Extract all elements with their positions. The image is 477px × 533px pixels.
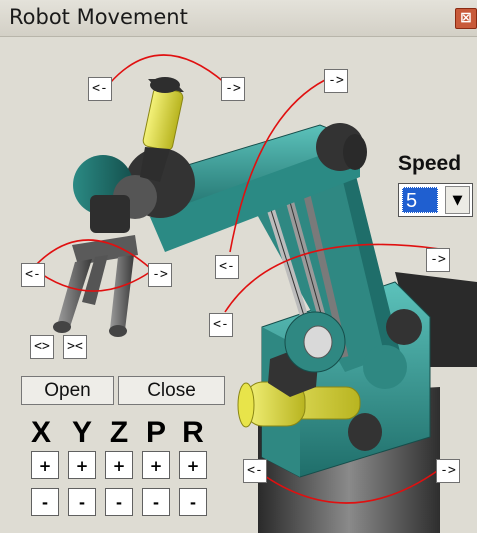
rotate-gripper-right-button[interactable]: -> [148,263,172,287]
axis-label-z: Z [109,416,129,449]
y-plus-button[interactable]: + [68,451,96,479]
axis-label-p: P [145,416,166,449]
z-plus-button[interactable]: + [105,451,133,479]
gripper-widen-button[interactable]: <> [30,335,54,359]
rotate-gripper-left-button[interactable]: <- [21,263,45,287]
rotate-tool-right-button[interactable]: -> [221,77,245,101]
x-minus-button[interactable]: - [31,488,59,516]
rotate-shoulder-right-button[interactable]: -> [426,248,450,272]
x-plus-button[interactable]: + [31,451,59,479]
z-minus-button[interactable]: - [105,488,133,516]
rotate-shoulder-left-button[interactable]: <- [209,313,233,337]
y-minus-button[interactable]: - [68,488,96,516]
rotate-base-left-button[interactable]: <- [243,459,267,483]
rotate-base-right-button[interactable]: -> [436,459,460,483]
dropdown-arrow-icon[interactable]: ▼ [445,186,470,214]
open-button[interactable]: Open [21,376,114,405]
rotate-tool-left-button[interactable]: <- [88,77,112,101]
axis-label-x: X [30,416,51,449]
robot-view: <- -> -> <- -> <- -> <- <- -> <> >< Open… [0,37,477,533]
gripper-narrow-button[interactable]: >< [63,335,87,359]
speed-selected-value[interactable]: 5 [402,187,438,213]
close-button[interactable]: ⊠ [455,8,477,29]
speed-dropdown[interactable]: 5 ▼ [398,183,473,217]
window-title: Robot Movement [9,5,188,29]
r-minus-button[interactable]: - [179,488,207,516]
title-bar: Robot Movement ⊠ [0,0,477,37]
p-minus-button[interactable]: - [142,488,170,516]
robot-movement-window: Robot Movement ⊠ <- -> -> <- -> <- -> <-… [0,0,477,533]
r-plus-button[interactable]: + [179,451,207,479]
close-hand-button[interactable]: Close [118,376,225,405]
axis-label-r: R [182,416,204,449]
rotate-elbow-left-button[interactable]: <- [215,255,239,279]
p-plus-button[interactable]: + [142,451,170,479]
speed-label: Speed [398,152,462,175]
axis-label-y: Y [71,416,92,449]
rotate-elbow-right-button[interactable]: -> [324,69,348,93]
